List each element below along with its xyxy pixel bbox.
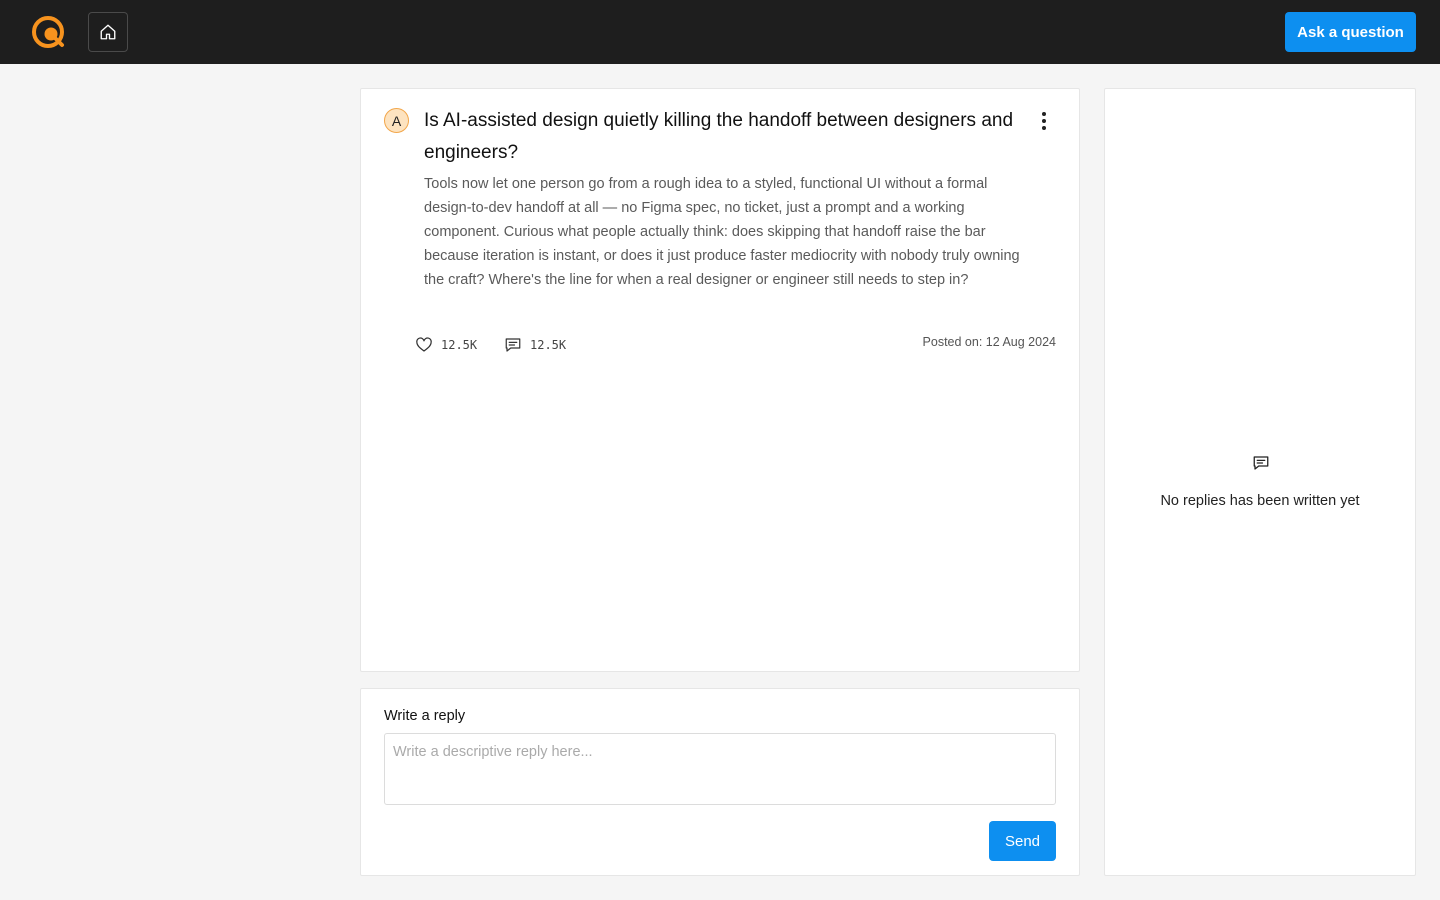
posted-date: Posted on: 12 Aug 2024 bbox=[922, 335, 1056, 349]
author-avatar[interactable]: A bbox=[384, 108, 409, 133]
comment-icon bbox=[1253, 456, 1269, 470]
question-card: A Is AI-assisted design quietly killing … bbox=[360, 88, 1080, 672]
like-count: 12.5K bbox=[441, 338, 478, 352]
reply-card: Write a reply Send bbox=[360, 688, 1080, 876]
app-logo[interactable] bbox=[31, 15, 65, 49]
home-icon bbox=[100, 24, 116, 40]
more-options-button[interactable] bbox=[1033, 109, 1055, 133]
heart-icon bbox=[416, 337, 432, 352]
comment-count: 12.5K bbox=[530, 338, 567, 352]
more-vertical-icon bbox=[1042, 112, 1046, 116]
empty-replies-text: No replies has been written yet bbox=[1160, 493, 1360, 509]
comment-icon bbox=[505, 338, 521, 352]
question-title: Is AI-assisted design quietly killing th… bbox=[424, 110, 1014, 163]
ask-question-button[interactable]: Ask a question bbox=[1285, 12, 1416, 52]
top-navbar: Ask a question bbox=[0, 0, 1440, 64]
question-body: Tools now let one person go from a rough… bbox=[424, 176, 1020, 288]
replies-panel: No replies has been written yet bbox=[1104, 88, 1416, 876]
reply-input[interactable] bbox=[384, 733, 1056, 805]
comment-button[interactable]: 12.5K bbox=[504, 335, 566, 355]
reply-label: Write a reply bbox=[384, 708, 466, 724]
home-button[interactable] bbox=[88, 12, 128, 52]
like-button[interactable]: 12.5K bbox=[415, 335, 477, 355]
send-button[interactable]: Send bbox=[989, 821, 1056, 861]
